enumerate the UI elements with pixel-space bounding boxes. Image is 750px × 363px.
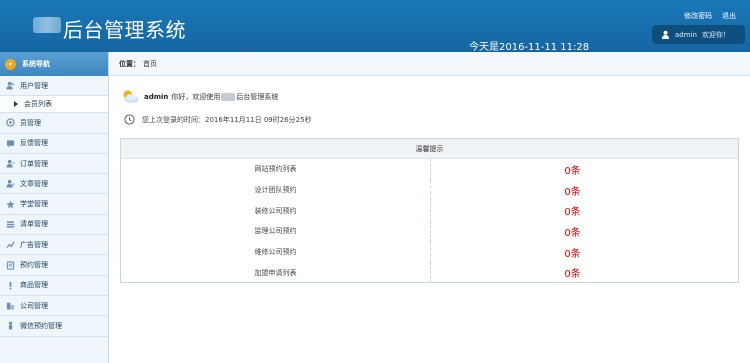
table-row: 装修公司预约 0条	[121, 200, 738, 222]
users-icon	[6, 82, 15, 90]
article-icon	[6, 180, 15, 188]
sidebar-item-label: 预约管理	[20, 261, 48, 270]
sidebar-item-label: 商品管理	[20, 281, 48, 290]
list-icon	[6, 221, 15, 228]
sidebar-item-label: 反馈管理	[20, 139, 48, 148]
sidebar-item-company[interactable]: 公司管理	[0, 296, 108, 317]
sidebar-item-appointments[interactable]: 预约管理	[0, 255, 108, 276]
sidebar-item-label: 用户管理	[20, 81, 48, 90]
app-title: 后台管理系统	[63, 18, 186, 42]
order-icon	[6, 159, 15, 168]
feedback-icon	[6, 140, 15, 148]
tip-count: 0条	[564, 269, 581, 281]
nav-title: 系统导航	[22, 60, 50, 68]
welcome-system-name: 后台管理系统	[236, 92, 279, 101]
logo	[33, 17, 61, 33]
ad-icon	[6, 241, 15, 249]
sidebar-item-wechat[interactable]: 微信预约管理	[0, 316, 108, 337]
company-icon	[6, 302, 15, 310]
sidebar-item-label: 文章管理	[20, 179, 48, 188]
sidebar-item-label: 微信预约管理	[20, 321, 62, 330]
sidebar-item-staff[interactable]: 员管理	[0, 113, 108, 134]
last-login-text: 您上次登录的时间：2016年11月11日 09时26分25秒	[142, 115, 312, 124]
tip-label[interactable]: 加盟申请列表	[121, 262, 431, 284]
tip-count: 0条	[564, 207, 581, 219]
change-password-link[interactable]: 修改密码	[684, 11, 712, 21]
appointment-icon	[6, 260, 15, 270]
user-icon	[661, 30, 670, 39]
tips-title: 温馨提示	[121, 139, 738, 159]
weather-cloud-icon	[123, 90, 139, 104]
sidebar-item-label: 员管理	[20, 118, 41, 127]
table-row: 监理公司预约 0条	[121, 221, 738, 242]
sidebar-item-label: 订单管理	[20, 159, 48, 168]
tip-label[interactable]: 网站预约列表	[121, 159, 431, 180]
sidebar-item-lists[interactable]: 清单管理	[0, 215, 108, 236]
sidebar-item-orders[interactable]: 订单管理	[0, 154, 108, 175]
sidebar-item-feedback[interactable]: 反馈管理	[0, 134, 108, 154]
tip-count: 0条	[564, 165, 581, 177]
table-row: 网站预约列表 0条	[121, 159, 738, 180]
breadcrumb-label: 位置：	[119, 59, 140, 68]
table-row: 加盟申请列表 0条	[121, 262, 738, 284]
breadcrumb-home-link[interactable]: 首页	[143, 59, 157, 69]
sidebar-item-articles[interactable]: 文章管理	[0, 174, 108, 195]
chevron-down-icon: ▾	[5, 58, 16, 70]
nav-header[interactable]: ▾ 系统导航	[0, 52, 108, 76]
clock-icon	[124, 114, 135, 125]
star-icon	[6, 200, 15, 208]
sidebar-item-school[interactable]: 学堂管理	[0, 194, 108, 215]
welcome-line: admin 你好，欢迎使用 后台管理系统	[121, 89, 278, 104]
sidebar-subitem-members[interactable]: 会员列表	[0, 96, 108, 114]
sidebar-item-ads[interactable]: 广告管理	[0, 235, 108, 256]
table-row: 设计团队预约 0条	[121, 179, 738, 201]
tip-label[interactable]: 设计团队预约	[121, 179, 431, 201]
product-icon	[9, 281, 12, 290]
sidebar-item-users[interactable]: 用户管理	[0, 76, 108, 97]
tip-label[interactable]: 维修公司预约	[121, 241, 431, 263]
table-row: 维修公司预约 0条	[121, 241, 738, 263]
wechat-icon	[8, 322, 13, 330]
triangle-right-icon	[14, 101, 18, 108]
top-links: 修改密码 退出	[684, 11, 736, 21]
tip-count: 0条	[564, 227, 581, 239]
tip-label[interactable]: 监理公司预约	[121, 221, 431, 242]
sidebar-item-label: 学堂管理	[20, 200, 48, 209]
tip-label[interactable]: 装修公司预约	[121, 200, 431, 222]
sidebar-item-label: 公司管理	[20, 301, 48, 310]
welcome-user-name: admin	[144, 92, 169, 101]
sidebar-item-label: 清单管理	[20, 220, 48, 229]
sidebar-item-label: 广告管理	[20, 240, 48, 249]
user-greeting: 欢迎你！	[701, 30, 730, 39]
tip-count: 0条	[564, 186, 581, 198]
blurred-brand	[221, 92, 236, 101]
user-manage-icon	[6, 118, 15, 128]
date-display: 今天是2016-11-11 11:28	[469, 42, 590, 53]
welcome-text: 你好，欢迎使用	[171, 92, 221, 101]
top-header: 后台管理系统 修改密码 退出 今天是2016-11-11 11:28 admin…	[0, 0, 750, 53]
sidebar-subitem-label: 会员列表	[24, 100, 52, 109]
tips-panel: 温馨提示 网站预约列表 0条 设计团队预约 0条 装修公司预约 0条 监理公司预…	[120, 138, 739, 284]
user-name: admin	[675, 30, 697, 39]
last-login-line: 您上次登录的时间：2016年11月11日 09时26分25秒	[124, 114, 312, 125]
logout-link[interactable]: 退出	[722, 11, 736, 21]
user-info-box: admin 欢迎你！	[652, 25, 745, 44]
tip-count: 0条	[564, 248, 581, 260]
breadcrumb: 位置： 首页	[110, 52, 750, 76]
sidebar: ▾ 系统导航 用户管理 会员列表 员管理 反馈管理 订单管理 文章管理 学堂管理…	[0, 52, 109, 363]
sidebar-item-products[interactable]: 商品管理	[0, 276, 108, 296]
